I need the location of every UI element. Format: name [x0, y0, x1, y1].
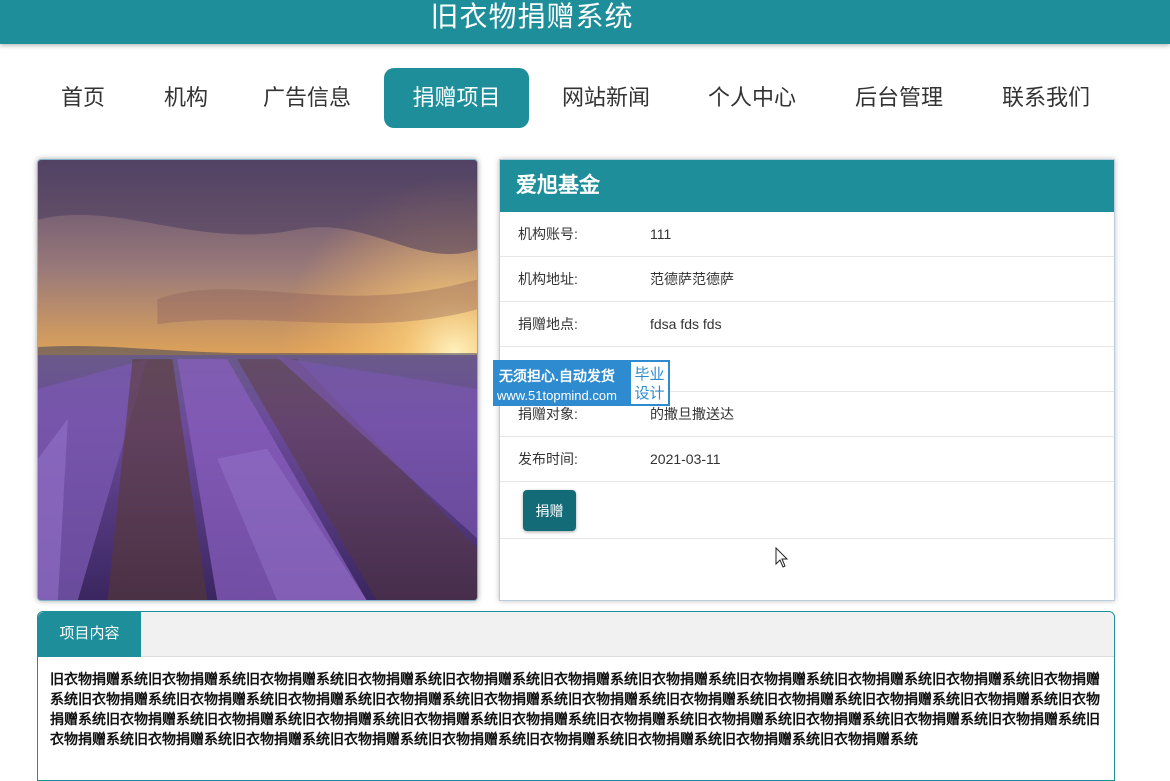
info-value: 范德萨范德萨	[650, 271, 734, 287]
watermark-text-block: 无须担心.自动发货 www.51topmind.com	[493, 360, 629, 406]
nav-item-contact[interactable]: 联系我们	[986, 68, 1106, 128]
lavender-field-image	[38, 160, 477, 600]
info-row-location: 捐赠地点: fdsa fds fds	[500, 302, 1114, 347]
watermark-badge: 无须担心.自动发货 www.51topmind.com 毕业设计	[493, 360, 677, 406]
content-tab-bar: 项目内容	[38, 612, 1114, 657]
info-label: 机构账号:	[518, 226, 578, 242]
nav-item-donation-projects[interactable]: 捐赠项目	[384, 68, 529, 128]
info-value: 2021-03-11	[650, 451, 721, 467]
info-value: 111	[650, 226, 672, 242]
nav-item-personal-center[interactable]: 个人中心	[692, 68, 812, 128]
project-content-text: 旧衣物捐赠系统旧衣物捐赠系统旧衣物捐赠系统旧衣物捐赠系统旧衣物捐赠系统旧衣物捐赠…	[50, 671, 1100, 747]
info-label: 发布时间:	[518, 451, 578, 467]
action-row: 捐赠	[500, 482, 1114, 539]
donate-button[interactable]: 捐赠	[523, 490, 576, 531]
tab-project-content[interactable]: 项目内容	[38, 612, 141, 657]
nav-item-news[interactable]: 网站新闻	[546, 68, 666, 128]
nav-item-ads[interactable]: 广告信息	[248, 68, 366, 128]
info-row-publish-time: 发布时间: 2021-03-11	[500, 437, 1114, 482]
info-row-address: 机构地址: 范德萨范德萨	[500, 257, 1114, 302]
nav-item-admin[interactable]: 后台管理	[839, 68, 959, 128]
info-label: 机构地址:	[518, 271, 578, 287]
site-title: 旧衣物捐赠系统	[430, 1, 634, 32]
mouse-pointer-icon	[775, 546, 789, 574]
watermark-line1: 无须担心.自动发货	[499, 368, 615, 384]
watermark-line2: www.51topmind.com	[497, 388, 617, 403]
project-image	[37, 159, 478, 601]
nav-item-home[interactable]: 首页	[43, 68, 123, 128]
info-row-account: 机构账号: 111	[500, 212, 1114, 257]
watermark-badge-label: 毕业设计	[629, 360, 670, 406]
info-value: fdsa fds fds	[650, 316, 722, 332]
site-header: 旧衣物捐赠系统	[0, 0, 1170, 44]
nav-item-institutions[interactable]: 机构	[146, 68, 226, 128]
info-label: 捐赠地点:	[518, 316, 578, 332]
main-nav: 首页 机构 广告信息 捐赠项目 网站新闻 个人中心 后台管理 联系我们	[0, 68, 1170, 130]
project-content-section: 项目内容 旧衣物捐赠系统旧衣物捐赠系统旧衣物捐赠系统旧衣物捐赠系统旧衣物捐赠系统…	[37, 611, 1115, 781]
project-name: 爱旭基金	[500, 160, 1114, 212]
